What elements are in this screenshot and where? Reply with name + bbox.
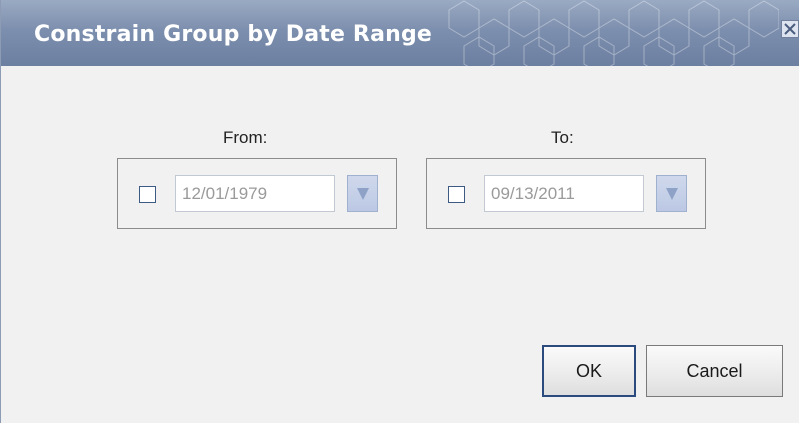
from-date-group: 12/01/1979 — [117, 158, 397, 229]
close-icon — [784, 23, 796, 35]
to-date-input[interactable]: 09/13/2011 — [484, 175, 644, 212]
cancel-button[interactable]: Cancel — [646, 345, 783, 397]
close-button[interactable] — [781, 20, 799, 38]
from-enable-checkbox[interactable] — [139, 186, 156, 203]
hexagon-pattern-decoration — [448, 0, 779, 66]
from-label: From: — [223, 128, 268, 147]
from-date-input[interactable]: 12/01/1979 — [175, 175, 335, 212]
date-range-dialog: Constrain Group by Date Range From: 12/0… — [0, 0, 799, 423]
ok-button[interactable]: OK — [542, 345, 636, 397]
to-label: To: — [551, 128, 574, 147]
to-enable-checkbox[interactable] — [448, 186, 465, 203]
from-date-dropdown-button[interactable] — [347, 175, 378, 212]
triangle-down-icon — [356, 188, 369, 200]
dialog-title: Constrain Group by Date Range — [34, 22, 433, 47]
to-date-group: 09/13/2011 — [426, 158, 706, 229]
triangle-down-icon — [665, 188, 678, 200]
dialog-titlebar[interactable]: Constrain Group by Date Range — [1, 0, 799, 66]
to-date-dropdown-button[interactable] — [656, 175, 687, 212]
